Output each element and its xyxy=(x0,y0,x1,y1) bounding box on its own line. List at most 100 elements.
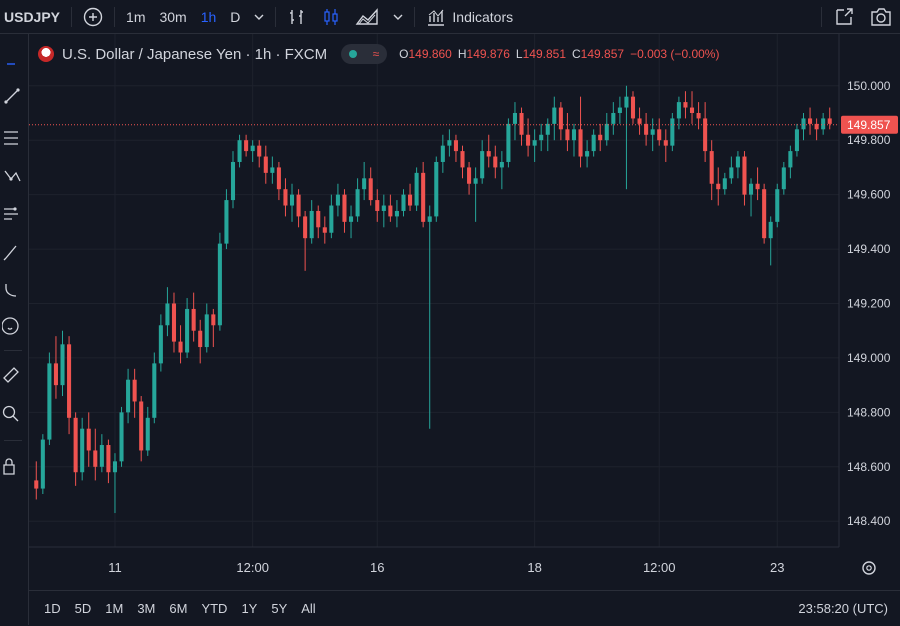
x-tick-label: 12:00 xyxy=(236,560,269,575)
candle-body xyxy=(460,151,465,168)
candle-body xyxy=(768,221,773,239)
prediction-icon[interactable] xyxy=(2,204,24,224)
range-1d-button[interactable]: 1D xyxy=(37,601,68,616)
candle-body xyxy=(158,325,163,364)
fib-retracement-icon[interactable] xyxy=(2,128,24,148)
divider xyxy=(4,440,22,441)
candle-body xyxy=(171,303,177,342)
candle-body xyxy=(493,156,498,168)
candle-body xyxy=(545,123,550,135)
candle-body xyxy=(237,140,242,162)
candles-style-button[interactable] xyxy=(314,0,348,33)
settings-gear-icon[interactable] xyxy=(862,561,876,575)
candle-body xyxy=(716,183,721,190)
divider xyxy=(275,6,277,27)
candle-body xyxy=(591,134,596,152)
y-tick-label: 149.600 xyxy=(847,188,891,202)
candle-body xyxy=(512,112,517,124)
zoom-icon[interactable] xyxy=(2,404,24,424)
indicators-icon xyxy=(428,9,445,26)
range-5d-button[interactable]: 5D xyxy=(68,601,99,616)
range-3m-button[interactable]: 3M xyxy=(130,601,162,616)
symbol-title[interactable]: U.S. Dollar / Japanese Yen · 1h · FXCM xyxy=(62,46,327,63)
candle-body xyxy=(480,151,485,179)
smiley-icon[interactable] xyxy=(2,316,24,336)
range-6m-button[interactable]: 6M xyxy=(162,601,194,616)
trendline-icon[interactable] xyxy=(2,86,24,106)
y-tick-label: 149.200 xyxy=(847,297,891,311)
chart-type-dropdown-button[interactable] xyxy=(386,0,410,33)
range-1m-button[interactable]: 1M xyxy=(98,601,130,616)
us-flag-icon xyxy=(38,46,54,62)
candle-body xyxy=(276,167,281,190)
lock-icon[interactable] xyxy=(2,456,24,476)
range-5y-button[interactable]: 5Y xyxy=(264,601,294,616)
open-value: 149.860 xyxy=(408,47,452,61)
candle-body xyxy=(801,118,806,130)
ruler-icon[interactable] xyxy=(2,364,24,384)
divider xyxy=(114,6,116,27)
candle-body xyxy=(571,129,577,141)
chevron-down-icon xyxy=(254,14,264,20)
candle-body xyxy=(132,379,137,402)
interval-30m-button[interactable]: 30m xyxy=(152,0,193,33)
candle-body xyxy=(630,96,636,119)
candle-body xyxy=(191,308,196,331)
market-status-badge[interactable]: ≈ xyxy=(341,44,388,64)
candle-body xyxy=(434,161,439,217)
candle-body xyxy=(73,417,78,473)
candle-body xyxy=(244,140,249,152)
candle-body xyxy=(637,118,642,124)
compare-add-button[interactable] xyxy=(76,0,110,33)
candle-body xyxy=(742,156,747,195)
candle-body xyxy=(342,194,347,222)
interval-d-button[interactable]: D xyxy=(223,0,247,33)
y-tick-label: 149.400 xyxy=(847,242,891,256)
snapshot-button[interactable] xyxy=(862,0,900,33)
chart-legend: U.S. Dollar / Japanese Yen · 1h · FXCM ≈… xyxy=(38,44,719,64)
candle-body xyxy=(552,107,557,124)
market-open-dot-icon xyxy=(348,50,357,58)
camera-icon xyxy=(871,7,891,26)
brush-icon[interactable] xyxy=(2,242,24,262)
utc-clock[interactable]: 23:58:20 (UTC) xyxy=(798,601,900,616)
candle-body xyxy=(368,178,373,201)
candle-body xyxy=(604,123,609,141)
candle-body xyxy=(650,129,655,135)
low-value: 149.851 xyxy=(522,47,566,61)
range-1y-button[interactable]: 1Y xyxy=(234,601,264,616)
candle-body xyxy=(617,107,622,113)
price-chart[interactable]: 148.400 148.600 148.800 149.000 149.200 149.4… xyxy=(29,34,900,589)
interval-1h-button[interactable]: 1h xyxy=(194,0,224,33)
text-icon[interactable] xyxy=(2,280,24,300)
candle-body xyxy=(335,194,340,206)
candle-body xyxy=(663,140,668,146)
candle-body xyxy=(289,194,295,206)
candle-body xyxy=(598,134,603,141)
fullscreen-button[interactable] xyxy=(826,0,862,33)
candles-icon xyxy=(324,8,339,25)
crosshair-icon[interactable] xyxy=(2,54,24,74)
close-value: 149.857 xyxy=(580,47,625,61)
range-ytd-button[interactable]: YTD xyxy=(194,601,234,616)
x-tick-label: 18 xyxy=(527,560,541,575)
indicators-button[interactable]: Indicators xyxy=(419,0,520,33)
interval-dropdown-button[interactable] xyxy=(247,0,271,33)
candle-body xyxy=(473,178,478,184)
candle-body xyxy=(139,401,144,451)
symbol-search-button[interactable]: USDJPY xyxy=(0,0,67,33)
x-tick-label: 12:00 xyxy=(643,560,676,575)
candle-body xyxy=(585,151,590,157)
chart-panel[interactable]: 148.400 148.600 148.800 149.000 149.200 149.4… xyxy=(29,34,900,589)
divider xyxy=(4,350,22,351)
area-style-button[interactable] xyxy=(348,0,386,33)
range-all-button[interactable]: All xyxy=(294,601,322,616)
candle-body xyxy=(47,363,52,440)
pattern-icon[interactable] xyxy=(2,166,24,186)
candle-body xyxy=(119,412,124,462)
candle-body xyxy=(519,112,524,135)
candle-body xyxy=(696,112,701,119)
candle-body xyxy=(178,341,183,353)
interval-1m-button[interactable]: 1m xyxy=(119,0,152,33)
bars-style-button[interactable] xyxy=(280,0,314,33)
